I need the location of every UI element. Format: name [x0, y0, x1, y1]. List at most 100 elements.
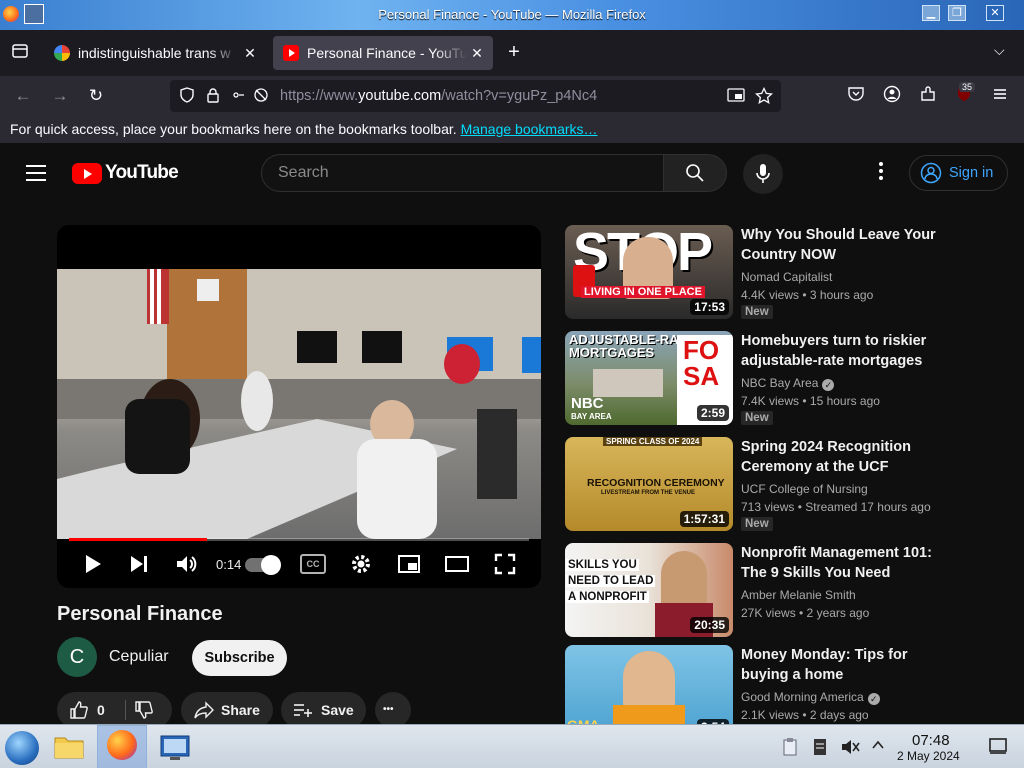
more-actions-button[interactable]: •••: [375, 692, 411, 728]
back-button[interactable]: ←: [12, 85, 34, 107]
url-domain: youtube.com: [358, 88, 442, 104]
file-manager-icon[interactable]: [52, 730, 86, 764]
app-menu-icon[interactable]: [989, 85, 1011, 107]
thumbs-down-icon[interactable]: [134, 700, 154, 720]
youtube-play-icon: [72, 162, 102, 184]
volume-muted-icon[interactable]: [840, 737, 860, 757]
recommendation-thumbnail[interactable]: SPRING CLASS OF 2024 RECOGNITION CEREMON…: [565, 437, 733, 531]
maximize-button[interactable]: ❐: [948, 5, 966, 21]
channel-name[interactable]: Cepuliar: [109, 648, 169, 666]
captions-button[interactable]: CC: [300, 554, 326, 574]
video-frame[interactable]: [57, 269, 541, 539]
progress-bar[interactable]: [69, 538, 529, 541]
firefox-view-icon[interactable]: [10, 42, 30, 62]
thumb-nbc-sub: BAY AREA: [571, 412, 612, 421]
search-box[interactable]: [261, 154, 664, 192]
search-input[interactable]: [262, 155, 664, 191]
recommendation-channel[interactable]: Good Morning America ✓: [741, 690, 880, 705]
share-button[interactable]: Share: [181, 692, 273, 728]
sign-in-button[interactable]: Sign in: [909, 155, 1008, 191]
recommendation-thumbnail[interactable]: ADJUSTABLE-RATE MORTGAGES FO SA NBC BAY …: [565, 331, 733, 425]
lock-icon[interactable]: [204, 87, 222, 105]
picture-in-picture-icon[interactable]: [727, 87, 745, 105]
clock-date[interactable]: 2 May 2024: [897, 749, 960, 763]
subscribe-button[interactable]: Subscribe: [192, 640, 287, 676]
notes-icon[interactable]: [810, 737, 830, 757]
recommendation-item[interactable]: SPRING CLASS OF 2024 RECOGNITION CEREMON…: [565, 437, 945, 533]
recommendation-channel[interactable]: UCF College of Nursing: [741, 482, 868, 496]
tab-close-icon[interactable]: ✕: [467, 45, 487, 62]
show-desktop-icon[interactable]: [988, 737, 1008, 757]
search-button[interactable]: [663, 154, 727, 192]
recommendation-title[interactable]: Homebuyers turn to riskier adjustable-ra…: [741, 331, 941, 371]
settings-gear-icon[interactable]: [349, 552, 373, 576]
tab-close-icon[interactable]: ✕: [240, 45, 260, 62]
video-scene-image: [57, 269, 541, 539]
bookmark-star-icon[interactable]: [754, 86, 774, 105]
autoplay-toggle[interactable]: [245, 555, 281, 575]
settings-more-icon[interactable]: [870, 162, 892, 184]
thumb-text-2: NEED TO LEAD: [566, 575, 656, 587]
miniplayer-icon[interactable]: [397, 552, 421, 576]
video-player[interactable]: 0:14 CC: [57, 225, 541, 588]
url-text[interactable]: https://www.youtube.com/watch?v=yguPz_p4…: [280, 88, 597, 104]
new-tab-button[interactable]: +: [504, 42, 524, 62]
share-arrow-icon: [194, 701, 214, 719]
recommendation-thumbnail[interactable]: SKILLS YOU NEED TO LEAD A NONPROFIT 20:3…: [565, 543, 733, 637]
start-menu-button[interactable]: [5, 731, 39, 765]
recommendation-thumbnail[interactable]: STOP LIVING IN ONE PLACE 17:53: [565, 225, 733, 319]
recommendation-item[interactable]: SKILLS YOU NEED TO LEAD A NONPROFIT 20:3…: [565, 543, 945, 639]
thumbs-up-icon[interactable]: [69, 700, 89, 720]
youtube-wordmark: YouTube: [105, 162, 179, 183]
url-bar[interactable]: https://www.youtube.com/watch?v=yguPz_p4…: [170, 80, 781, 112]
autoplay-blocked-icon[interactable]: [252, 87, 270, 105]
fullscreen-icon[interactable]: [493, 552, 517, 576]
recommendation-channel[interactable]: NBC Bay Area ✓: [741, 376, 835, 391]
clipboard-icon[interactable]: [780, 737, 800, 757]
clock-time[interactable]: 07:48: [912, 732, 950, 749]
recommendation-meta: 7.4K views • 15 hours ago: [741, 394, 880, 408]
shield-icon[interactable]: [178, 87, 196, 105]
tab-strip: indistinguishable trans w ✕ Personal Fin…: [0, 30, 1024, 76]
close-window-button[interactable]: ✕: [986, 5, 1004, 21]
thumb-caption: LIVING IN ONE PLACE: [581, 286, 705, 298]
pocket-icon[interactable]: [845, 85, 867, 107]
save-button[interactable]: Save: [281, 692, 366, 728]
tab-youtube[interactable]: Personal Finance - YouTube ✕: [273, 36, 493, 70]
youtube-logo[interactable]: YouTube: [72, 162, 179, 184]
forward-button[interactable]: →: [49, 85, 71, 107]
recommendation-title[interactable]: Spring 2024 Recognition Ceremony at the …: [741, 437, 941, 477]
theater-mode-icon[interactable]: [445, 552, 469, 576]
next-icon[interactable]: [127, 552, 151, 576]
voice-search-button[interactable]: [743, 154, 783, 194]
recommendation-title[interactable]: Why You Should Leave Your Country NOW: [741, 225, 941, 265]
tab-google-search[interactable]: indistinguishable trans w ✕: [44, 36, 266, 70]
taskbar-firefox-active[interactable]: [97, 725, 147, 768]
minimize-button[interactable]: ▁: [922, 5, 940, 21]
recommendation-item[interactable]: ADJUSTABLE-RATE MORTGAGES FO SA NBC BAY …: [565, 331, 945, 427]
permissions-icon[interactable]: [232, 87, 250, 105]
recommendation-title[interactable]: Nonprofit Management 101: The 9 Skills Y…: [741, 543, 941, 583]
search-icon: [686, 164, 704, 182]
manage-bookmarks-link[interactable]: Manage bookmarks…: [461, 121, 598, 137]
tray-expand-icon[interactable]: [868, 737, 888, 757]
account-icon[interactable]: [881, 85, 903, 107]
extensions-icon[interactable]: [917, 85, 939, 107]
volume-icon[interactable]: [174, 552, 198, 576]
guide-menu-icon[interactable]: [26, 165, 46, 181]
recommendation-title[interactable]: Money Monday: Tips for buying a home: [741, 645, 941, 685]
list-all-tabs-button[interactable]: ⌵: [994, 42, 1005, 59]
like-count[interactable]: 0: [97, 702, 105, 718]
recommendation-channel[interactable]: Amber Melanie Smith: [741, 588, 856, 602]
terminal-app-icon[interactable]: [158, 730, 192, 764]
reload-button[interactable]: ↻: [85, 85, 107, 107]
bookmarks-hint: For quick access, place your bookmarks h…: [10, 121, 461, 137]
more-dots-icon: •••: [383, 704, 394, 715]
thumb-text: SPRING CLASS OF 2024: [603, 437, 703, 446]
window-title: Personal Finance - YouTube — Mozilla Fir…: [378, 7, 646, 22]
play-icon[interactable]: [81, 552, 105, 576]
channel-avatar[interactable]: C: [57, 637, 97, 677]
window-titlebar[interactable]: Personal Finance - YouTube — Mozilla Fir…: [0, 0, 1024, 30]
recommendation-channel[interactable]: Nomad Capitalist: [741, 270, 832, 284]
recommendation-item[interactable]: STOP LIVING IN ONE PLACE 17:53 Why You S…: [565, 225, 945, 321]
